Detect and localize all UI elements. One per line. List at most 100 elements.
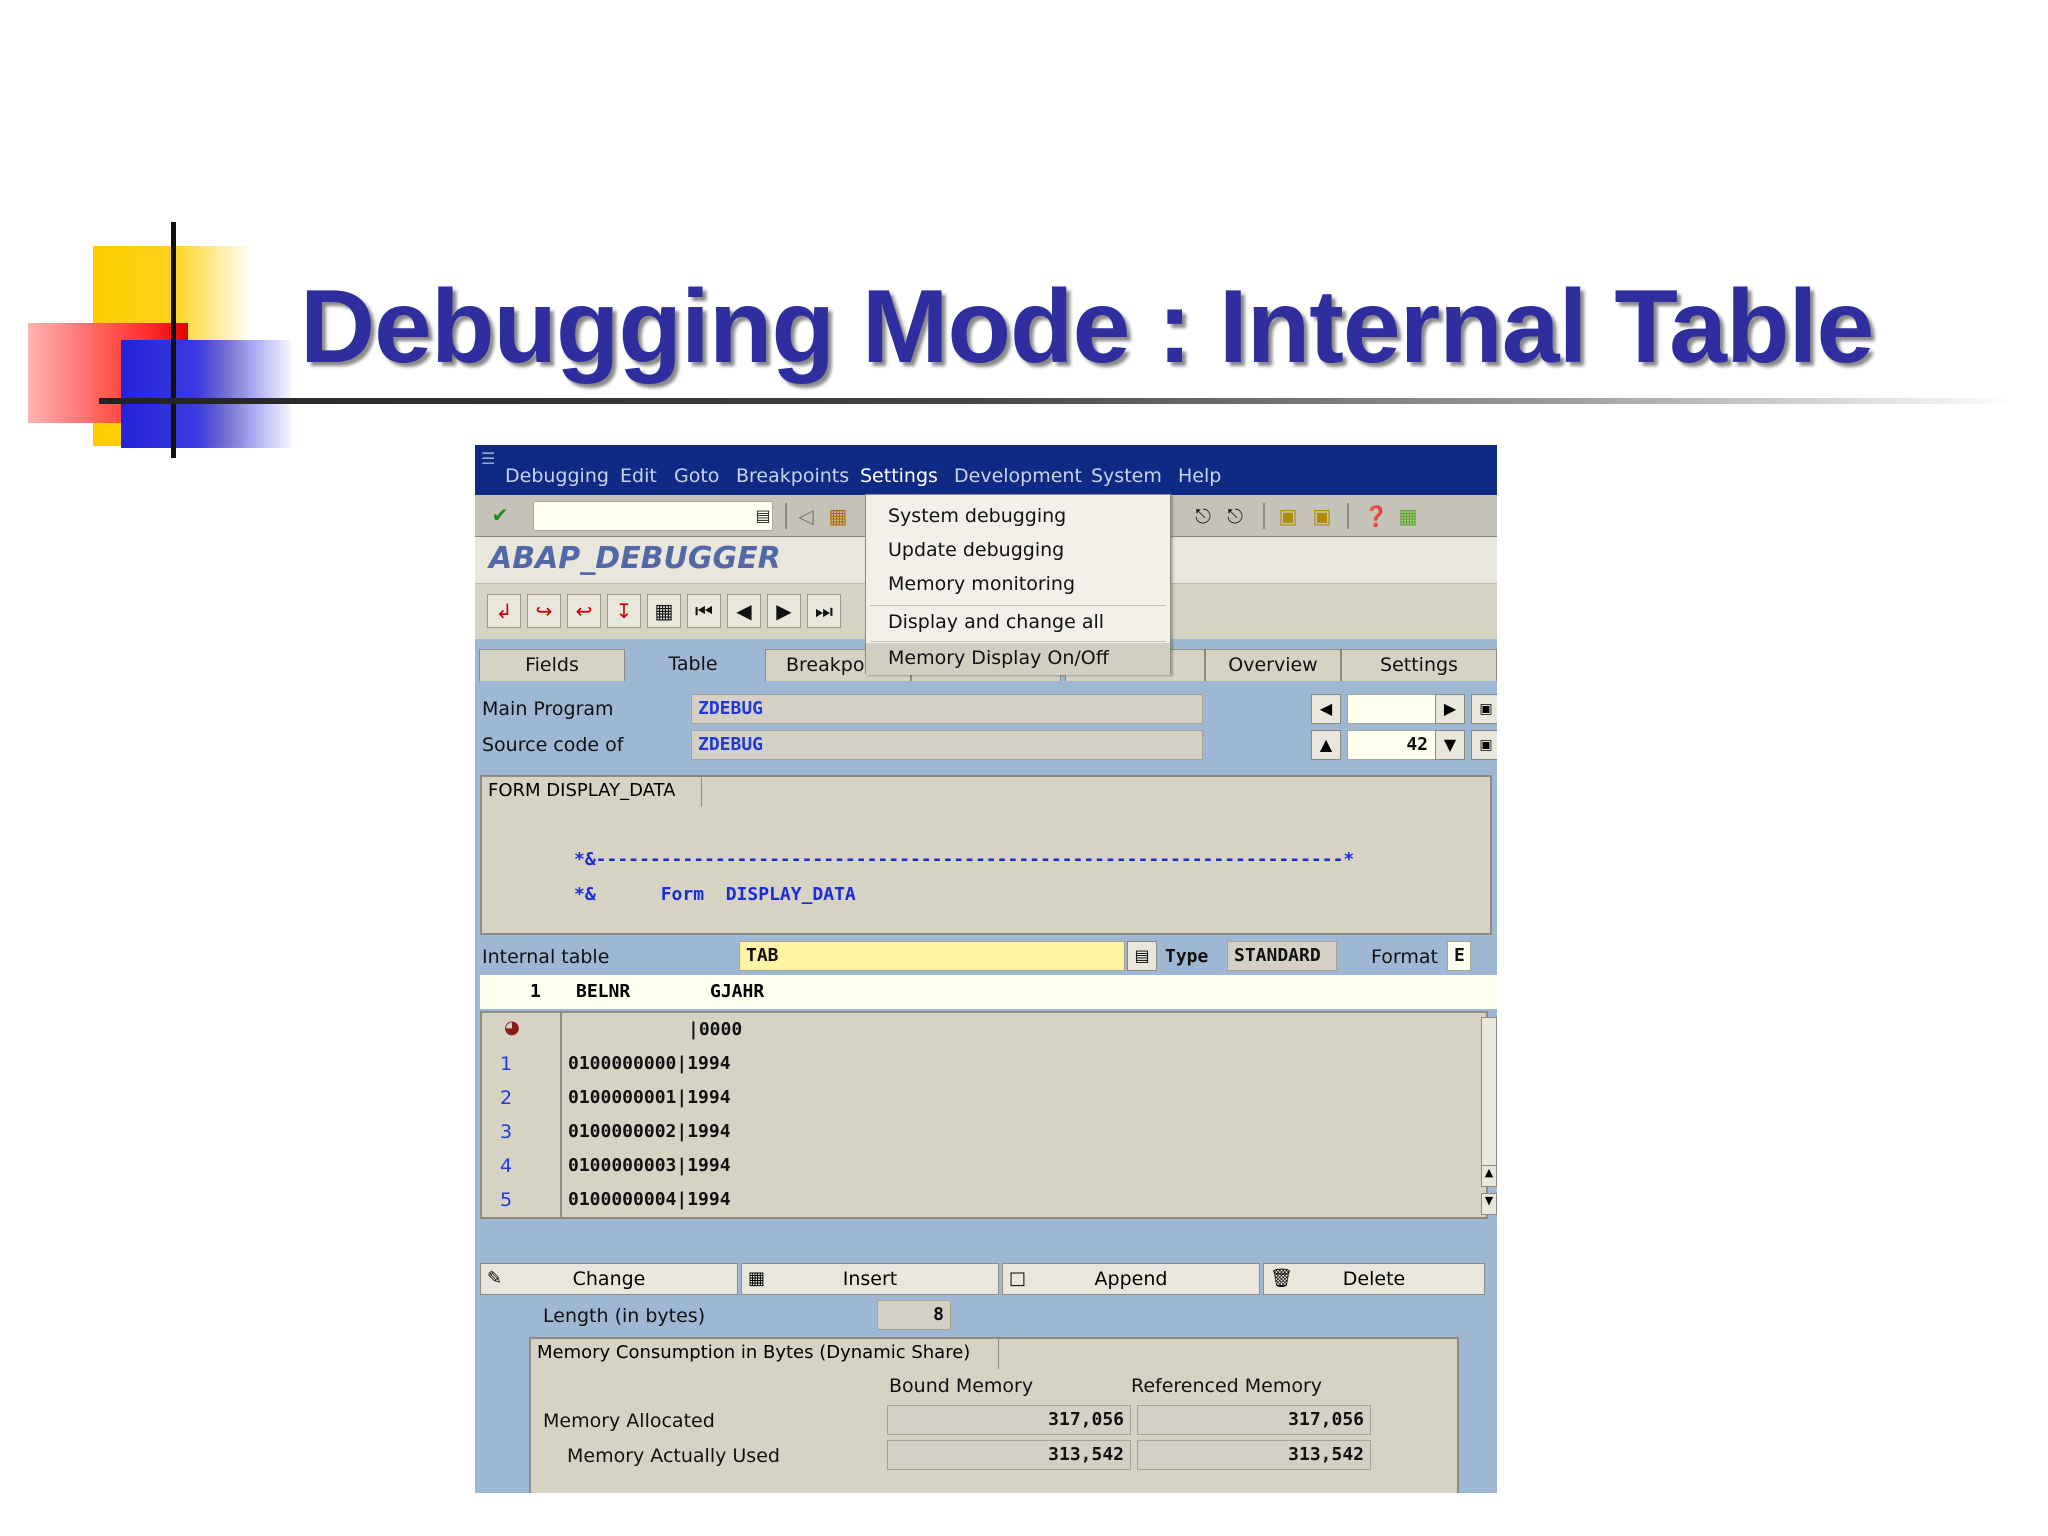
tab-table[interactable]: Table: [625, 649, 761, 681]
menu-development[interactable]: Development: [954, 465, 1082, 487]
allocated-bound-field: 317,056: [887, 1405, 1131, 1435]
layout-icon[interactable]: ▦: [1395, 503, 1421, 529]
help-icon[interactable]: ❓: [1363, 503, 1389, 529]
menu-breakpoints[interactable]: Breakpoints: [736, 465, 849, 487]
continue-icon[interactable]: ↧: [607, 594, 641, 628]
insert-button[interactable]: ▦ Insert: [741, 1263, 999, 1295]
command-history-icon[interactable]: ▤: [753, 503, 773, 529]
scroll-up-arrow-icon[interactable]: ▲: [1481, 1165, 1497, 1187]
source-code-field[interactable]: ZDEBUG: [691, 730, 1203, 760]
memory-group-caption: Memory Consumption in Bytes (Dynamic Sha…: [531, 1339, 1000, 1369]
source-code-label: Source code of: [482, 734, 624, 756]
return-icon[interactable]: ↩: [567, 594, 601, 628]
type-label: Type: [1165, 946, 1209, 967]
row-number: 1: [500, 1053, 513, 1075]
format-field[interactable]: E: [1447, 941, 1471, 971]
source-view-icon[interactable]: ▣: [1471, 730, 1497, 760]
column-index: 1: [530, 981, 541, 1002]
used-referenced-field: 313,542: [1137, 1440, 1371, 1470]
table-row[interactable]: 0100000001|1994: [568, 1087, 731, 1108]
single-step-icon[interactable]: ↲: [487, 594, 521, 628]
slide-title: Debugging Mode : Internal Table: [300, 269, 1874, 385]
command-field[interactable]: [533, 501, 773, 531]
last-page-icon[interactable]: ⏭: [807, 594, 841, 628]
scroll-down-icon[interactable]: ▼: [1435, 730, 1465, 760]
main-program-field[interactable]: ZDEBUG: [691, 694, 1203, 724]
execute-icon[interactable]: ↪: [527, 594, 561, 628]
referenced-memory-header: Referenced Memory: [1131, 1375, 1323, 1397]
memory-allocated-label: Memory Allocated: [543, 1410, 715, 1432]
internal-table-field[interactable]: TAB: [739, 941, 1125, 971]
table-row[interactable]: 0100000002|1994: [568, 1121, 731, 1142]
menu-settings[interactable]: Settings: [860, 465, 938, 487]
header-line-icon[interactable]: ◕: [504, 1017, 520, 1038]
scroll-right-icon[interactable]: ▶: [1435, 694, 1465, 724]
toolbar-separator: [785, 503, 787, 529]
next-page-icon[interactable]: ▶: [767, 594, 801, 628]
page-up-icon[interactable]: ⎋: [1190, 503, 1216, 529]
tab-overview[interactable]: Overview: [1205, 649, 1341, 681]
format-label: Format: [1371, 946, 1438, 968]
menu-debugging[interactable]: Debugging: [505, 465, 609, 487]
menu-help[interactable]: Help: [1178, 465, 1221, 487]
title-underline: [99, 398, 2019, 404]
code-line: *&--------------------------------------…: [574, 849, 1355, 870]
row-number: 5: [500, 1189, 513, 1211]
enter-check-icon[interactable]: ✔: [487, 502, 513, 528]
page-down-icon[interactable]: ⎋: [1222, 503, 1248, 529]
type-field: STANDARD: [1227, 941, 1337, 971]
table-row[interactable]: 0100000000|1994: [568, 1053, 731, 1074]
change-button[interactable]: ✎ Change: [480, 1263, 738, 1295]
tab-settings[interactable]: Settings: [1341, 649, 1497, 681]
decor-blue-square: [121, 340, 291, 448]
decor-vertical-line: [171, 222, 176, 458]
tab-fields[interactable]: Fields: [479, 649, 625, 681]
internal-table-label: Internal table: [482, 946, 610, 968]
shortcut-icon[interactable]: ▣: [1309, 503, 1335, 529]
save-icon[interactable]: ▦: [825, 503, 851, 529]
menu-goto[interactable]: Goto: [674, 465, 719, 487]
new-session-icon[interactable]: ▣: [1275, 503, 1301, 529]
expand-view-icon[interactable]: ▣: [1471, 694, 1497, 724]
line-number-field[interactable]: 42: [1347, 730, 1437, 760]
header-line: |0000: [688, 1019, 743, 1040]
column-belnr[interactable]: BELNR: [576, 981, 630, 1002]
length-label: Length (in bytes): [543, 1305, 706, 1327]
toolbar-separator: [1263, 503, 1265, 529]
append-button[interactable]: □ Append: [1002, 1263, 1260, 1295]
table-row[interactable]: 0100000003|1994: [568, 1155, 731, 1176]
memory-used-label: Memory Actually Used: [567, 1445, 780, 1467]
menu-item-system-debugging[interactable]: System debugging: [866, 501, 1170, 533]
length-field: 8: [877, 1300, 951, 1330]
table-browse-icon[interactable]: ▤: [1127, 941, 1157, 971]
scroll-up-icon[interactable]: ▲: [1311, 730, 1341, 760]
main-program-label: Main Program: [482, 698, 614, 720]
code-box-caption: FORM DISPLAY_DATA: [482, 777, 703, 807]
back-arrow-icon[interactable]: ◁: [793, 503, 819, 529]
menu-system[interactable]: System: [1091, 465, 1162, 487]
system-menu-icon[interactable]: ☰: [481, 449, 495, 468]
menu-edit[interactable]: Edit: [620, 465, 657, 487]
scroll-down-arrow-icon[interactable]: ▼: [1481, 1193, 1497, 1215]
menu-item-memory-display-toggle[interactable]: Memory Display On/Off: [866, 643, 1170, 675]
column-field[interactable]: [1347, 694, 1437, 724]
scroll-left-icon[interactable]: ◀: [1311, 694, 1341, 724]
delete-button[interactable]: 🗑 Delete: [1263, 1263, 1485, 1295]
menu-item-update-debugging[interactable]: Update debugging: [866, 535, 1170, 567]
used-bound-field: 313,542: [887, 1440, 1131, 1470]
previous-page-icon[interactable]: ◀: [727, 594, 761, 628]
first-page-icon[interactable]: ⏮: [687, 594, 721, 628]
internal-table-grid: ◕ |0000 1 0100000000|1994 2 0100000001|1…: [480, 1011, 1488, 1219]
row-number: 3: [500, 1121, 513, 1143]
column-gjahr[interactable]: GJAHR: [710, 981, 764, 1002]
row-number: 2: [500, 1087, 513, 1109]
code-line: *& Form DISPLAY_DATA: [574, 884, 856, 905]
table-row[interactable]: 0100000004|1994: [568, 1189, 731, 1210]
table-view-icon[interactable]: ▦: [647, 594, 681, 628]
settings-dropdown-menu: System debugging Update debugging Memory…: [865, 494, 1171, 675]
vertical-scrollbar[interactable]: [1481, 1017, 1497, 1171]
menu-item-memory-monitoring[interactable]: Memory monitoring: [866, 569, 1170, 601]
allocated-referenced-field: 317,056: [1137, 1405, 1371, 1435]
menu-item-display-change-all[interactable]: Display and change all: [866, 607, 1170, 639]
menu-bar: ☰ Debugging Edit Goto Breakpoints Settin…: [475, 445, 1497, 495]
